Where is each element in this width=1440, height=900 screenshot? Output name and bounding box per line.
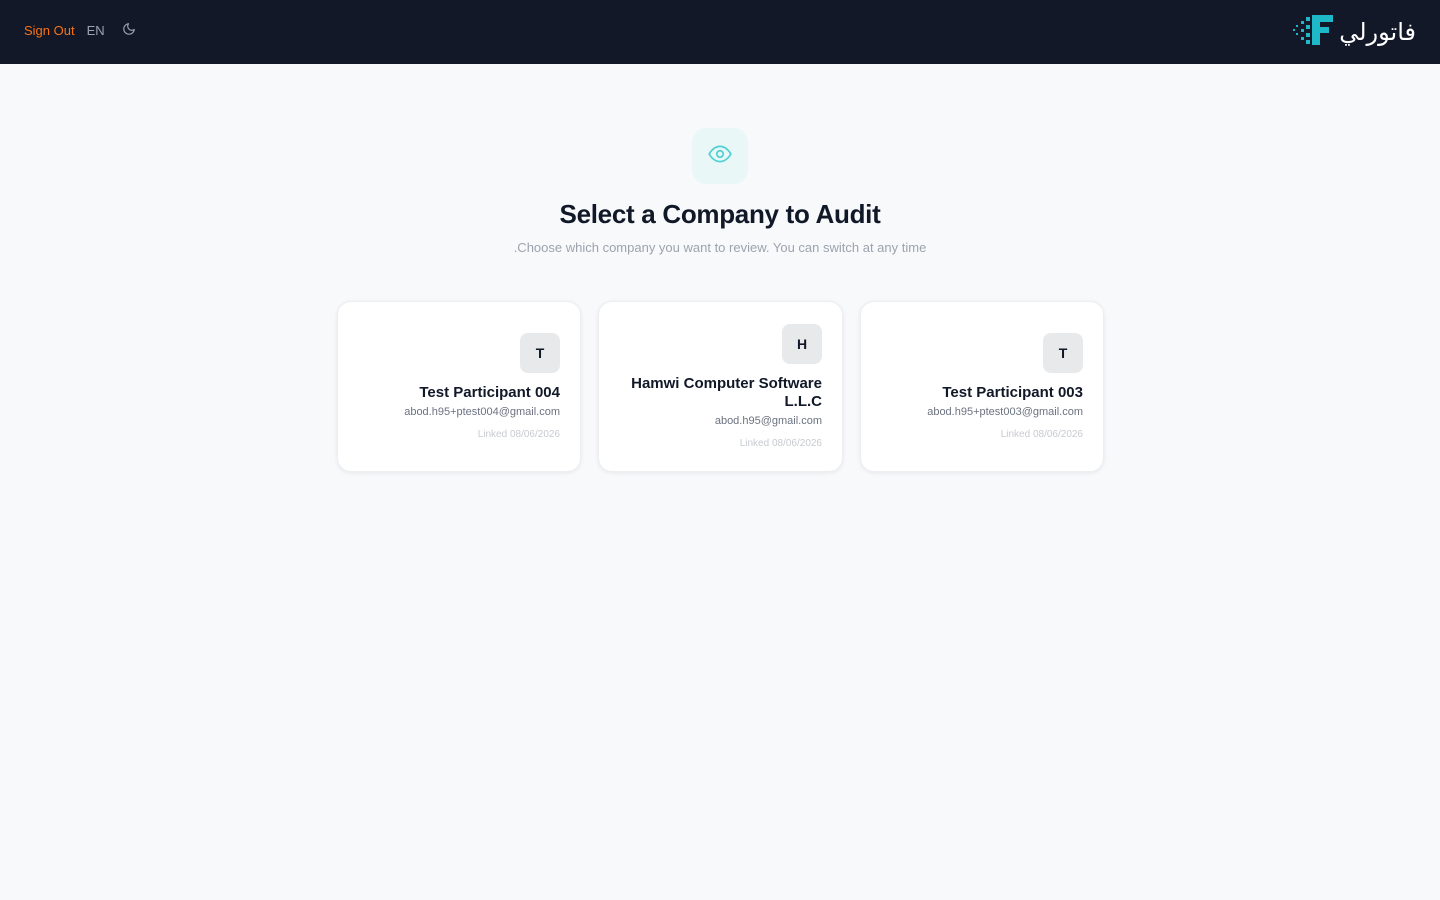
page-subtitle: .Choose which company you want to review… <box>513 240 927 255</box>
app-logo[interactable]: فاتورلي <box>1293 14 1416 50</box>
company-email: abod.h95+ptest004@gmail.com <box>404 406 560 418</box>
page-title: Select a Company to Audit <box>559 199 881 229</box>
sign-out-button[interactable]: Sign Out <box>24 23 75 38</box>
company-email: abod.h95@gmail.com <box>714 415 822 427</box>
company-name: Test Participant 004 <box>419 384 560 401</box>
moon-icon <box>122 22 136 39</box>
company-email: abod.h95+ptest003@gmail.com <box>927 406 1083 418</box>
navbar-actions: Sign Out EN <box>24 20 139 40</box>
company-card[interactable]: T Test Participant 003 abod.h95+ptest003… <box>860 301 1104 472</box>
company-avatar: H <box>782 324 822 364</box>
company-linked-date: Linked 08/06/2026 <box>1000 429 1083 440</box>
fatorly-logo-icon <box>1293 13 1335 52</box>
company-name: Test Participant 003 <box>942 384 1083 401</box>
theme-toggle-button[interactable] <box>119 20 139 40</box>
audit-eye-badge <box>692 128 748 184</box>
eye-icon <box>707 141 733 172</box>
company-card[interactable]: H Hamwi Computer Software L.L.C abod.h95… <box>598 301 843 472</box>
company-card-list: T Test Participant 004 abod.h95+ptest004… <box>337 301 1104 472</box>
company-avatar: T <box>1043 333 1083 373</box>
company-linked-date: Linked 08/06/2026 <box>739 438 822 449</box>
company-card[interactable]: T Test Participant 004 abod.h95+ptest004… <box>337 301 581 472</box>
company-avatar: T <box>520 333 560 373</box>
top-navbar: Sign Out EN فاتورلي <box>0 0 1440 64</box>
company-name: Hamwi Computer Software L.L.C <box>631 375 822 410</box>
language-switcher[interactable]: EN <box>87 23 105 38</box>
company-linked-date: Linked 08/06/2026 <box>477 429 560 440</box>
logo-wordmark: فاتورلي <box>1339 18 1416 46</box>
